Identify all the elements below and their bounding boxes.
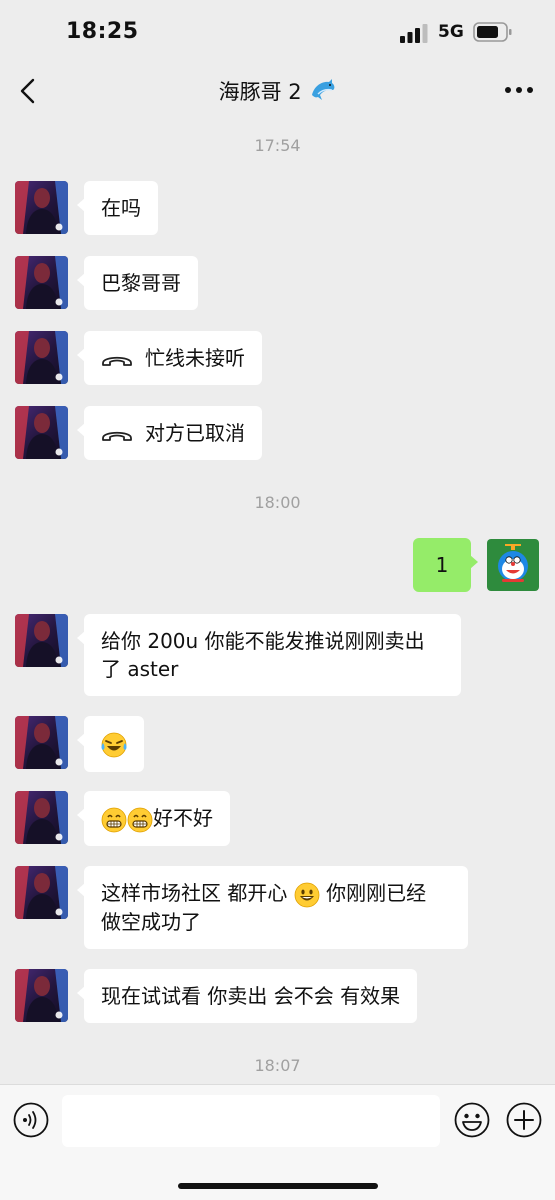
contact-avatar[interactable] xyxy=(15,716,68,769)
phone-hangup-icon xyxy=(101,427,133,443)
phone-hangup-icon xyxy=(101,352,133,368)
message-bubble[interactable]: 在吗 xyxy=(77,181,158,235)
call-record-bubble[interactable]: 对方已取消 xyxy=(77,406,262,460)
message-text: 1 xyxy=(435,553,449,577)
plus-icon[interactable] xyxy=(506,1102,542,1138)
timestamp: 18:00 xyxy=(254,493,301,512)
message-text: 现在试试看 你卖出 会不会 有效果 xyxy=(101,984,401,1008)
emoji-message-bubble[interactable] xyxy=(77,716,144,772)
message-text: 巴黎哥哥 xyxy=(101,271,181,295)
network-type: 5G xyxy=(438,22,464,42)
home-indicator[interactable] xyxy=(178,1183,378,1189)
message-text: 在吗 xyxy=(101,196,141,220)
signal-icon xyxy=(400,24,428,43)
contact-avatar[interactable] xyxy=(15,181,68,234)
voice-icon[interactable] xyxy=(13,1102,49,1138)
contact-avatar[interactable] xyxy=(15,614,68,667)
more-icon[interactable] xyxy=(504,86,534,94)
emoji-icon[interactable] xyxy=(454,1102,490,1138)
battery-icon xyxy=(473,22,512,42)
message-text-part: 这样市场社区 都开心 xyxy=(101,881,294,905)
chat-title-text: 海豚哥 2 xyxy=(218,80,302,104)
message-bubble[interactable]: 给你 200u 你能不能发推说刚刚卖出 了 aster xyxy=(77,614,461,696)
my-message-bubble[interactable]: 1 xyxy=(413,538,478,592)
laugh-cry-emoji-icon xyxy=(101,732,127,757)
call-record-bubble[interactable]: 忙线未接听 xyxy=(77,331,262,385)
timestamp: 18:07 xyxy=(254,1056,301,1075)
message-text-part: 你刚刚已经 xyxy=(319,881,427,905)
input-bar xyxy=(0,1084,555,1200)
message-bubble[interactable]: 巴黎哥哥 xyxy=(77,256,198,310)
grin-emoji-icon xyxy=(127,807,153,832)
status-bar: 18:25 5G xyxy=(0,0,555,66)
message-bubble[interactable]: 好不好 xyxy=(77,791,230,846)
contact-avatar[interactable] xyxy=(15,256,68,309)
contact-avatar[interactable] xyxy=(15,969,68,1022)
contact-avatar[interactable] xyxy=(15,331,68,384)
grin-emoji-icon xyxy=(101,807,127,832)
contact-avatar[interactable] xyxy=(15,866,68,919)
call-status-text: 忙线未接听 xyxy=(145,346,245,370)
dolphin-icon xyxy=(312,79,335,100)
call-status-text: 对方已取消 xyxy=(145,421,245,445)
chat-title: 海豚哥 2 xyxy=(0,76,555,106)
my-avatar[interactable] xyxy=(487,539,539,591)
message-text-line: 做空成功了 xyxy=(101,909,201,934)
chat-header: 海豚哥 2 xyxy=(0,66,555,116)
contact-avatar[interactable] xyxy=(15,791,68,844)
message-text-line: 这样市场社区 都开心 你刚刚已经 xyxy=(101,879,451,908)
smile-emoji-icon xyxy=(294,882,320,907)
message-bubble[interactable]: 现在试试看 你卖出 会不会 有效果 xyxy=(76,969,418,1023)
timestamp: 17:54 xyxy=(254,136,301,155)
message-text: 好不好 xyxy=(153,806,213,830)
contact-avatar[interactable] xyxy=(15,406,68,459)
message-text-line: 给你 200u 你能不能发推说刚刚卖出 xyxy=(101,629,425,653)
message-bubble[interactable]: 这样市场社区 都开心 你刚刚已经 做空成功了 xyxy=(77,866,468,949)
status-time: 18:25 xyxy=(66,19,139,44)
message-input[interactable] xyxy=(62,1095,440,1147)
message-text-line: 了 aster xyxy=(101,657,179,681)
